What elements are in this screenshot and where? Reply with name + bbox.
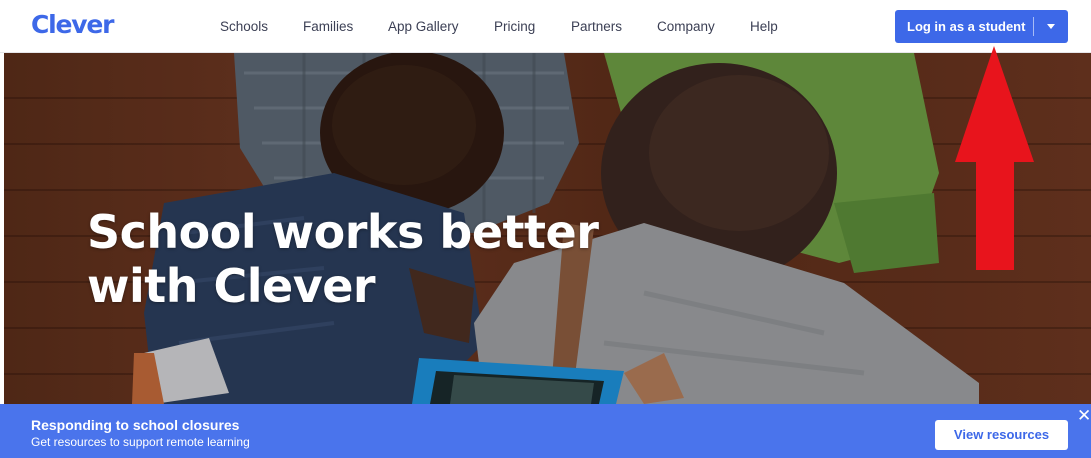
hero-section: School works better with Clever: [4, 53, 1091, 404]
clever-logo[interactable]: Clever: [31, 9, 114, 41]
nav-schools[interactable]: Schools: [220, 18, 268, 36]
hero-title-line-2: with Clever: [87, 259, 376, 313]
banner-subtitle: Get resources to support remote learning: [31, 435, 250, 449]
view-resources-button[interactable]: View resources: [935, 420, 1068, 450]
banner-title: Responding to school closures: [31, 417, 240, 433]
student-login-button-group: Log in as a student: [895, 10, 1068, 43]
red-up-arrow-icon: [955, 46, 1034, 270]
nav-pricing[interactable]: Pricing: [494, 18, 535, 36]
caret-down-icon: [1047, 24, 1055, 29]
top-navigation: Clever Schools Families App Gallery Pric…: [0, 0, 1091, 53]
login-dropdown-toggle[interactable]: [1034, 10, 1068, 43]
nav-families[interactable]: Families: [303, 18, 353, 36]
hero-title-line-1: School works better: [87, 205, 599, 259]
log-in-as-student-button[interactable]: Log in as a student: [895, 10, 1033, 43]
nav-help[interactable]: Help: [750, 18, 778, 36]
school-closures-banner: Responding to school closures Get resour…: [0, 404, 1091, 458]
nav-partners[interactable]: Partners: [571, 18, 622, 36]
hero-title: School works better with Clever: [87, 205, 647, 313]
nav-app-gallery[interactable]: App Gallery: [388, 18, 459, 36]
nav-company[interactable]: Company: [657, 18, 715, 36]
close-icon[interactable]: ✕: [1077, 407, 1091, 424]
